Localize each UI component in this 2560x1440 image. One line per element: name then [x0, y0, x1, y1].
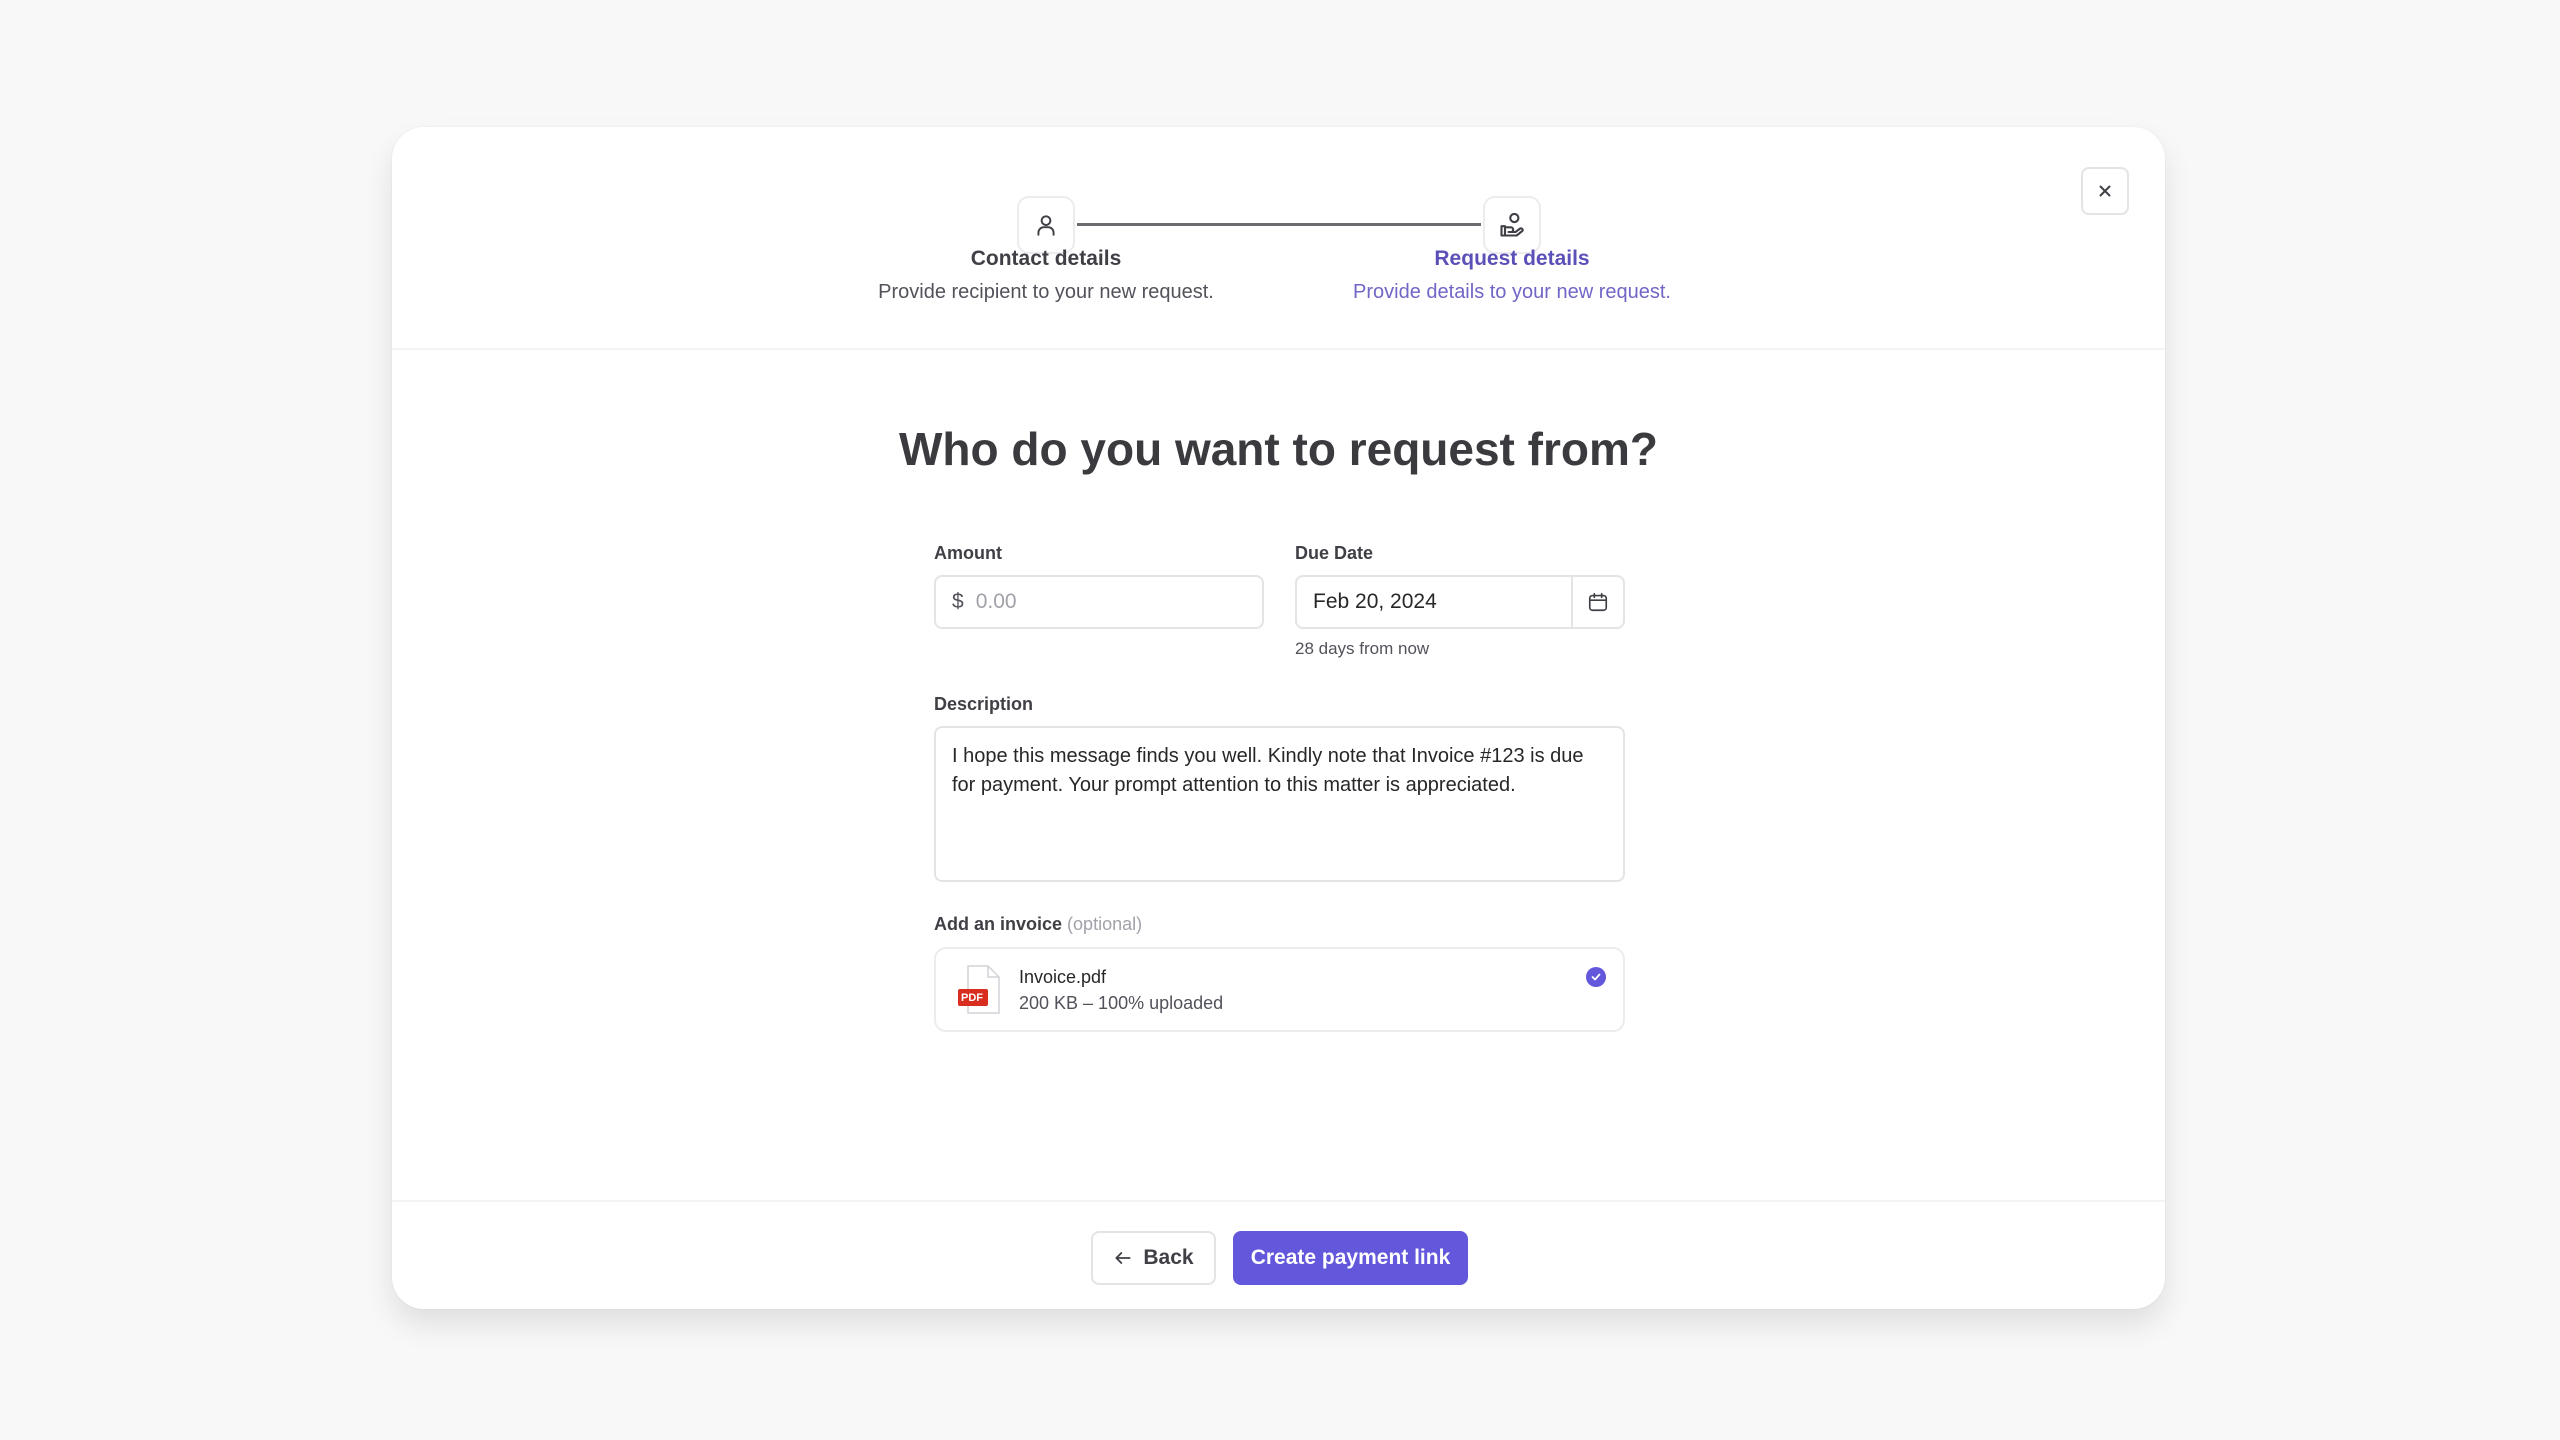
description-label: Description	[934, 694, 1034, 714]
stepper-connector	[1077, 223, 1481, 226]
step-contact-icon-box[interactable]	[1017, 196, 1075, 254]
step-request-title: Request details	[1434, 247, 1590, 270]
file-meta: 200 KB – 100% uploaded	[1019, 993, 1224, 1013]
calendar-icon	[1588, 592, 1608, 612]
invoice-label: Add an invoice (optional)	[934, 914, 1142, 935]
request-modal: Contact details Provide recipient to you…	[392, 127, 2165, 1309]
header-divider	[392, 348, 2165, 350]
arrow-left-icon	[1115, 1252, 1131, 1264]
user-icon	[1037, 215, 1055, 236]
step-request-icon-box[interactable]	[1483, 196, 1541, 254]
amount-label: Amount	[934, 543, 1002, 563]
due-date-input[interactable]: Feb 20, 2024	[1295, 575, 1625, 629]
description-textarea[interactable]: I hope this message finds you well. Kind…	[934, 726, 1625, 882]
page-title: Who do you want to request from?	[899, 423, 1658, 475]
invoice-file-card[interactable]: PDF Invoice.pdf 200 KB – 100% uploaded	[934, 947, 1625, 1032]
invoice-label-text: Add an invoice	[934, 914, 1063, 934]
back-label: Back	[1143, 1246, 1194, 1269]
file-name: Invoice.pdf	[1019, 967, 1107, 987]
hand-coin-icon	[1500, 212, 1524, 237]
calendar-button[interactable]	[1571, 577, 1623, 627]
pdf-badge: PDF	[961, 992, 983, 1004]
back-button[interactable]: Back	[1091, 1231, 1216, 1285]
pdf-file-icon: PDF	[958, 965, 1002, 1015]
step-contact-subtitle: Provide recipient to your new request.	[878, 281, 1214, 303]
amount-input[interactable]: $ 0.00	[934, 575, 1264, 629]
due-date-hint: 28 days from now	[1295, 639, 1430, 658]
optional-tag: (optional)	[1067, 914, 1143, 934]
due-date-value: Feb 20, 2024	[1313, 590, 1437, 613]
footer-divider	[392, 1200, 2165, 1202]
due-date-label: Due Date	[1295, 543, 1374, 563]
amount-placeholder: 0.00	[975, 590, 1017, 613]
upload-complete-check-icon	[1586, 967, 1606, 987]
currency-symbol: $	[952, 590, 964, 613]
step-contact-title: Contact details	[970, 247, 1122, 270]
create-payment-link-button[interactable]: Create payment link	[1233, 1231, 1468, 1285]
step-request-subtitle: Provide details to your new request.	[1353, 281, 1671, 303]
close-icon	[2099, 185, 2111, 197]
close-button[interactable]	[2081, 167, 2129, 215]
